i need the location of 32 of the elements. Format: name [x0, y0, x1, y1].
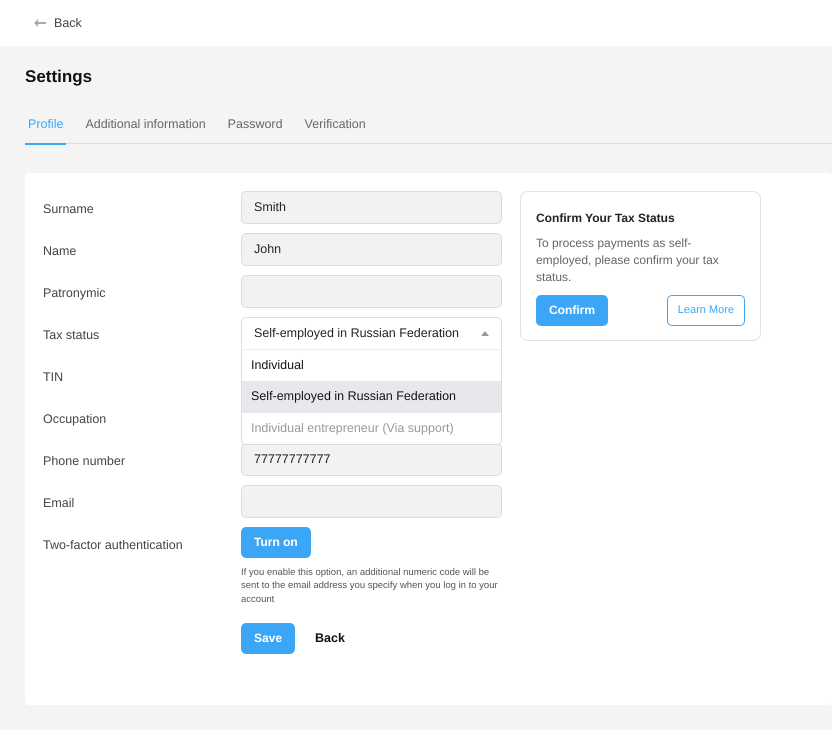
tab[interactable]: Verification: [302, 114, 369, 144]
field-label: TIN: [43, 368, 64, 386]
input-field[interactable]: John: [241, 232, 502, 266]
card-text: To process payments as self-employed, please confirm your tax status.: [536, 234, 720, 286]
field-label: Patronymic: [43, 284, 107, 302]
confirm-button[interactable]: Confirm: [536, 294, 608, 326]
tab[interactable]: Password: [224, 114, 286, 144]
back-button[interactable]: Back: [309, 622, 351, 654]
save-button[interactable]: Save: [241, 622, 296, 654]
back-link[interactable]: Back: [54, 14, 82, 32]
field-label: Phone number: [43, 452, 126, 470]
dropdown-option[interactable]: Self-employed in Russian Federation: [242, 381, 501, 412]
input-field[interactable]: Smith: [241, 190, 502, 224]
tax-status-select[interactable]: Self-employed in Russian Federation: [241, 316, 502, 350]
dropdown-option[interactable]: Individual: [242, 350, 501, 381]
field-label: Two-factor authentication: [43, 536, 184, 554]
page-title: Settings: [25, 66, 94, 88]
turn-on-button[interactable]: Turn on: [241, 526, 311, 558]
input-field[interactable]: 77777777777: [241, 442, 502, 476]
field-label: Name: [43, 242, 78, 260]
input-field[interactable]: [241, 274, 502, 308]
field-label: Occupation: [43, 410, 108, 428]
hint-text: If you enable this option, an additional numeric code will be sent to the email address you specify when you log in to your account: [241, 566, 499, 607]
learn-more-button[interactable]: Learn More: [666, 294, 745, 326]
card-title: Confirm Your Tax Status: [536, 210, 676, 226]
input-field[interactable]: [241, 484, 502, 518]
field-label: Tax status: [43, 326, 100, 344]
field-label: Surname: [43, 200, 95, 218]
select-value: Self-employed in Russian Federation: [254, 324, 459, 342]
tab[interactable]: Additional information: [82, 114, 209, 144]
back-arrow-icon: [34, 19, 46, 27]
field-label: Email: [43, 494, 76, 512]
